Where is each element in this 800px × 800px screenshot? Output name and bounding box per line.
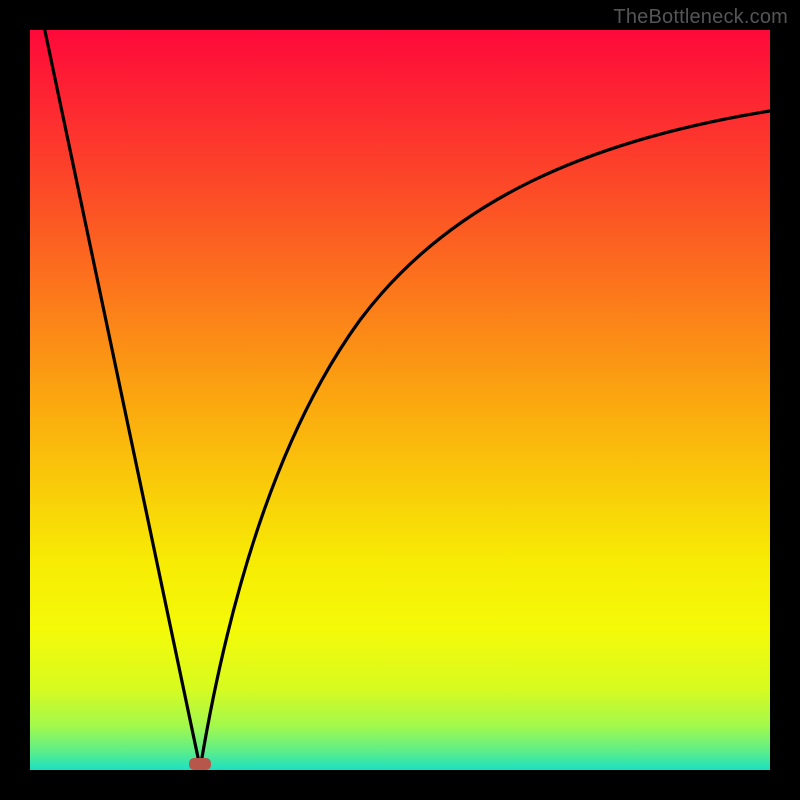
minimum-marker [189, 758, 211, 770]
chart-svg [30, 30, 770, 770]
plot-area [30, 30, 770, 770]
watermark-text: TheBottleneck.com [613, 6, 788, 29]
chart-frame: TheBottleneck.com [0, 0, 800, 800]
gradient-background [30, 30, 770, 770]
